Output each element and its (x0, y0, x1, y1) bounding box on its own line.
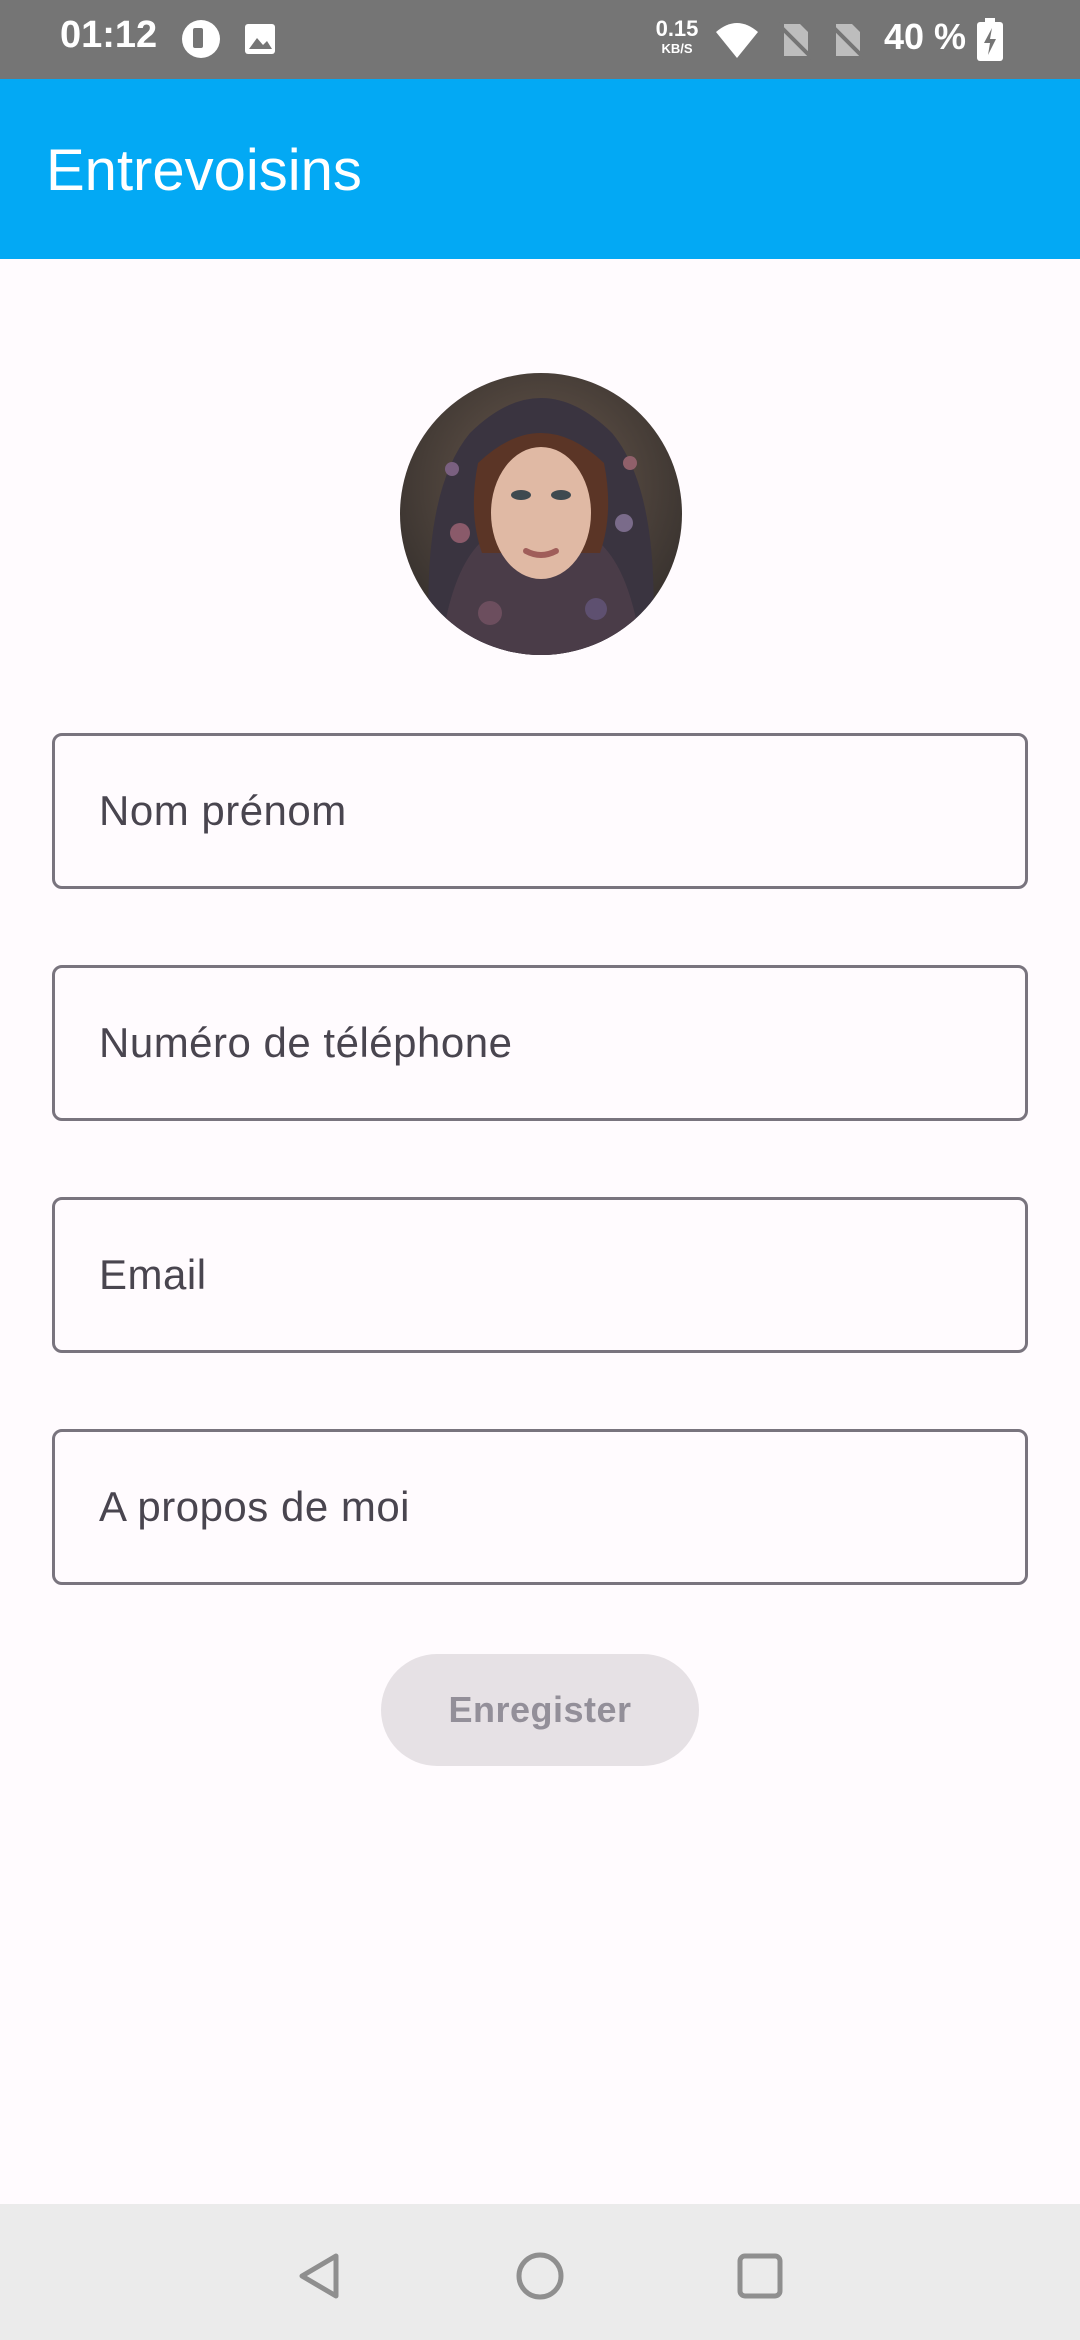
name-placeholder: Nom prénom (99, 787, 347, 834)
navigation-bar (0, 2204, 1080, 2340)
save-button[interactable]: Enregister (381, 1654, 699, 1766)
network-speed: 0.15 KB/S (652, 16, 702, 56)
status-time: 01:12 (60, 14, 158, 56)
avatar[interactable] (400, 373, 682, 655)
about-placeholder: A propos de moi (99, 1483, 411, 1530)
app-notification-icon (182, 20, 220, 58)
app-bar: Entrevoisins (0, 79, 1080, 259)
network-speed-unit: KB/S (661, 41, 693, 56)
wifi-icon (716, 23, 758, 58)
app-title: Entrevoisins (46, 138, 362, 203)
recents-icon[interactable] (730, 2246, 790, 2306)
email-field[interactable]: Email (52, 1197, 1028, 1353)
profile-photo (400, 373, 682, 655)
network-speed-value: 0.15 (655, 16, 699, 41)
image-icon (245, 24, 275, 54)
no-sim-icon (828, 22, 866, 60)
battery-charging-icon (977, 18, 1003, 61)
no-sim-icon (776, 22, 814, 60)
home-icon[interactable] (510, 2246, 570, 2306)
back-icon[interactable] (292, 2246, 352, 2306)
status-bar: 01:12 0.15 KB/S 40 % (0, 0, 1080, 79)
phone-field[interactable]: Numéro de téléphone (52, 965, 1028, 1121)
about-field[interactable]: A propos de moi (52, 1429, 1028, 1585)
name-field[interactable]: Nom prénom (52, 733, 1028, 889)
battery-percent: 40 % (884, 16, 967, 57)
email-placeholder: Email (99, 1251, 207, 1298)
phone-placeholder: Numéro de téléphone (99, 1019, 513, 1066)
